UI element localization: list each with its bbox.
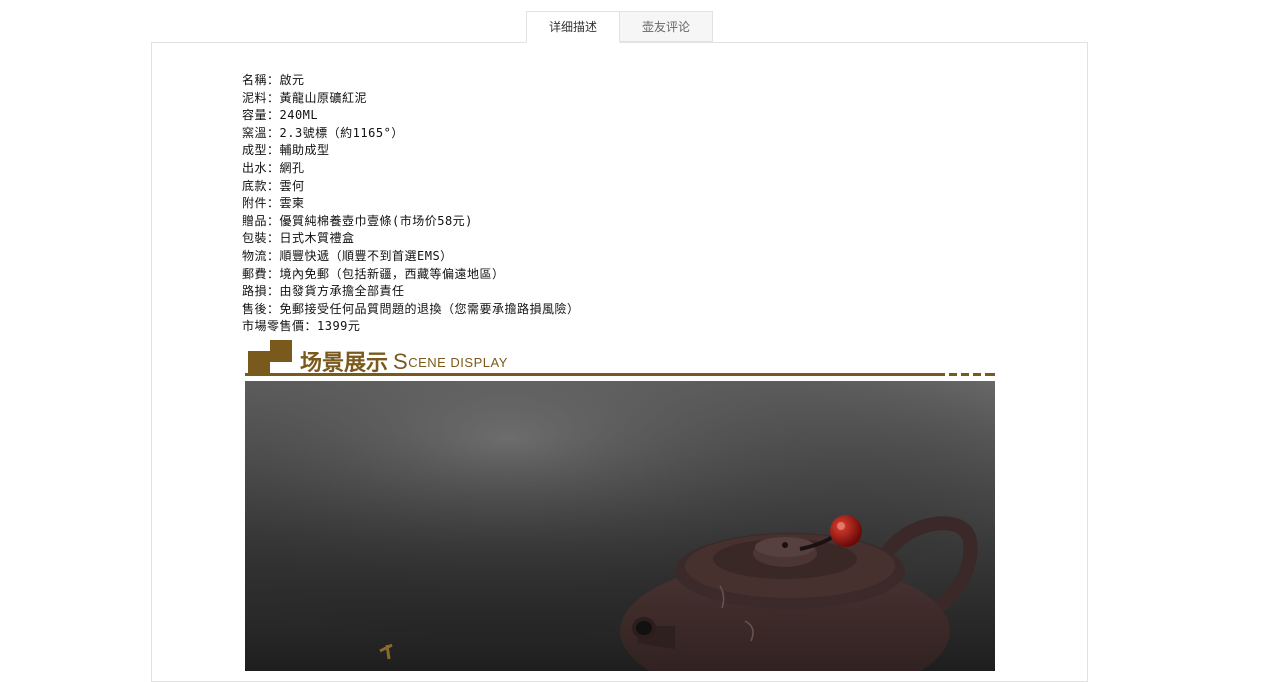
spec-gift: 贈品：優質純棉養壺巾壹條(市场价58元) (242, 213, 473, 228)
spec-after-sales: 售後：免郵接受任何品質問題的退換（您需要承擔路損風險） (242, 301, 580, 316)
spec-forming: 成型：輔助成型 (242, 143, 330, 158)
spec-clay: 泥料：黃龍山原礦紅泥 (242, 90, 368, 105)
spec-accessory: 附件：雲柬 (242, 196, 305, 211)
spec-postage: 郵費：境內免郵（包括新疆，西藏等偏遠地區） (242, 266, 505, 281)
spec-name: 名稱：啟元 (242, 73, 305, 87)
spec-retail-price: 市場零售價：1399元 (242, 319, 361, 334)
tab-details[interactable]: 详细描述 (526, 11, 620, 43)
spec-kiln-temp: 窯溫：2.3號標（約1165°） (242, 125, 404, 140)
teapot-photo-icon (245, 381, 995, 671)
teapot-scene-image (245, 381, 995, 671)
spec-damage: 路損：由發貨方承擔全部責任 (242, 284, 405, 299)
tab-reviews[interactable]: 壶友评论 (620, 11, 713, 42)
banner-subtitle: SCENE DISPLAY (393, 349, 508, 374)
spec-bottom-mark: 底款：雲何 (242, 178, 305, 193)
spec-shipping: 物流：順豐快遞（順豐不到首選EMS） (242, 248, 453, 263)
spec-packaging: 包裝：日式木質禮盒 (242, 231, 355, 246)
spec-capacity: 容量：240ML (242, 108, 319, 123)
tab-bar: 详细描述 壶友评论 (526, 11, 713, 43)
scene-display-banner: 场景展示 SCENE DISPLAY (245, 339, 995, 381)
banner-title: 场景展示 (300, 350, 389, 375)
spec-spout: 出水：網孔 (242, 160, 305, 175)
product-specs: 名稱：啟元 泥料：黃龍山原礦紅泥 容量：240ML 窯溫：2.3號標（約1165… (242, 72, 580, 336)
